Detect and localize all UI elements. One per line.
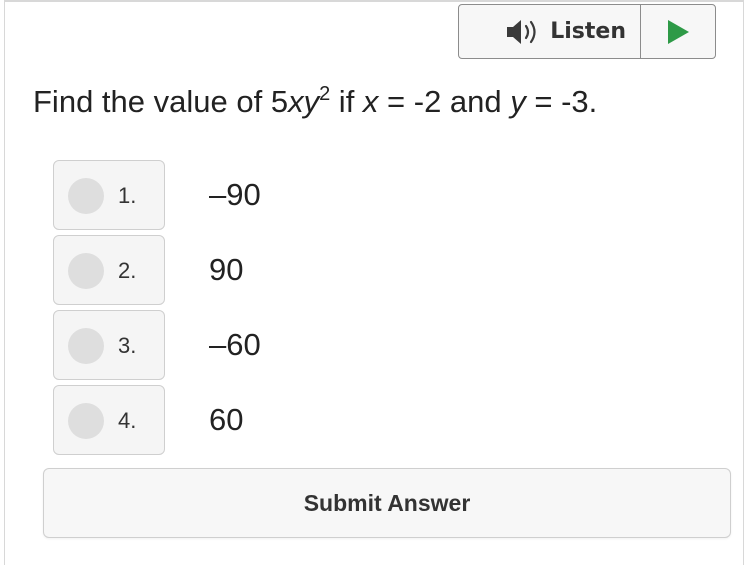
option-value: 60	[209, 402, 244, 437]
answer-option-2: 2. 90	[53, 235, 503, 305]
speaker-icon	[507, 19, 536, 44]
option-number: 2.	[118, 258, 137, 283]
answer-option-4: 4. 60	[53, 385, 503, 455]
answer-option-2-selector[interactable]: 2.	[53, 235, 165, 305]
submit-answer-label: Submit Answer	[303, 489, 471, 516]
radio-button[interactable]	[68, 253, 104, 289]
listen-label: Listen	[550, 19, 626, 44]
question-eq-y: = -3.	[525, 84, 598, 119]
option-number: 3.	[118, 333, 137, 358]
question-if: if	[330, 84, 363, 119]
play-button[interactable]	[641, 5, 715, 58]
question-text: Find the value of 5xy2 if x = -2 and y =…	[33, 83, 597, 121]
play-icon	[668, 19, 689, 44]
option-value: –60	[209, 327, 261, 362]
listen-widget: Listen	[458, 4, 716, 59]
radio-button[interactable]	[68, 178, 104, 214]
answer-option-1: 1. –90	[53, 160, 503, 230]
question-exponent: 2	[319, 83, 331, 105]
answer-option-4-selector[interactable]: 4.	[53, 385, 165, 455]
option-number: 4.	[118, 408, 137, 433]
listen-button[interactable]: Listen	[459, 5, 640, 58]
question-var-y: y	[510, 84, 526, 119]
question-expr-x: x	[288, 84, 304, 119]
answer-option-3: 3. –60	[53, 310, 503, 380]
option-number: 1.	[118, 183, 137, 208]
option-value: 90	[209, 252, 244, 287]
option-value: –90	[209, 177, 261, 212]
answer-option-1-selector[interactable]: 1.	[53, 160, 165, 230]
answer-option-3-selector[interactable]: 3.	[53, 310, 165, 380]
submit-answer-button[interactable]: Submit Answer	[43, 468, 731, 538]
question-eq-x: = -2 and	[378, 84, 511, 119]
radio-button[interactable]	[68, 403, 104, 439]
question-var-x: x	[362, 84, 379, 119]
question-prefix: Find the value of 5	[33, 84, 289, 119]
question-expr-y: y	[303, 84, 320, 119]
radio-button[interactable]	[68, 328, 104, 364]
